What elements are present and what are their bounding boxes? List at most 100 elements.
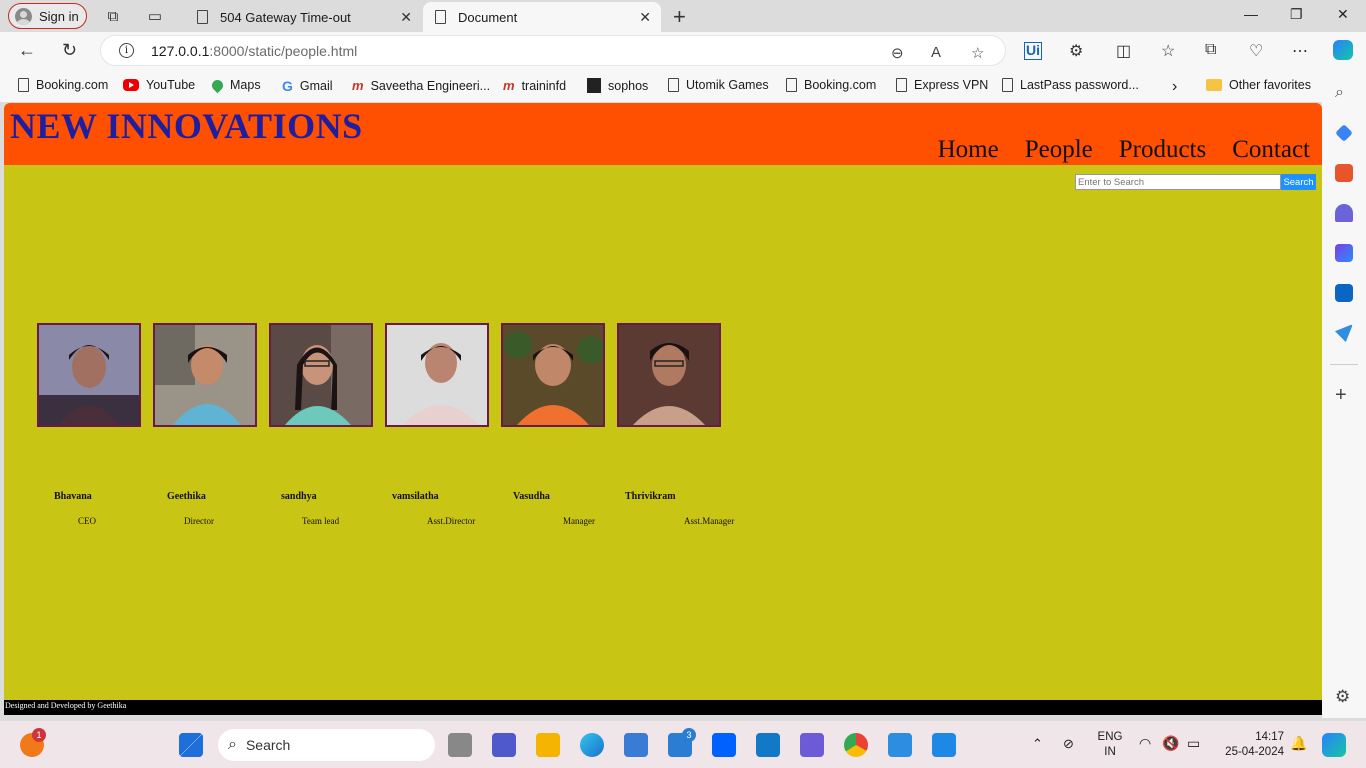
favorite-booking[interactable]: Booking.com: [18, 78, 108, 92]
read-aloud-icon[interactable]: A: [931, 44, 941, 61]
favorite-maps[interactable]: Maps: [209, 77, 261, 93]
browser-tab-strip: Sign in ⧉ ▭ 504 Gateway Time-out ✕ Docum…: [0, 0, 1366, 32]
nav-products[interactable]: Products: [1119, 136, 1207, 164]
favorite-youtube[interactable]: YouTube: [123, 78, 195, 92]
person-name: sandhya: [281, 491, 317, 502]
close-tab-icon[interactable]: ✕: [400, 9, 412, 26]
close-tab-icon[interactable]: ✕: [639, 9, 651, 26]
sidebar-divider: [1330, 364, 1358, 365]
zoom-out-icon[interactable]: ⊖: [891, 44, 904, 62]
person-role: Asst.Manager: [684, 516, 735, 526]
tools-icon[interactable]: [1335, 164, 1353, 182]
chevron-right-icon[interactable]: ›: [1172, 78, 1177, 96]
google-icon: G: [282, 78, 293, 94]
site-info-icon[interactable]: i: [119, 43, 134, 58]
favorites-icon[interactable]: ☆: [1161, 41, 1175, 61]
battery-icon[interactable]: ▭: [1187, 735, 1200, 752]
task-view-icon[interactable]: [448, 733, 472, 757]
doc-icon: [18, 78, 29, 92]
other-favorites-folder[interactable]: Other favorites: [1206, 78, 1311, 92]
favorite-expressvpn[interactable]: Express VPN: [896, 78, 988, 92]
window-close-button[interactable]: ✕: [1337, 6, 1349, 23]
person-role: Director: [184, 516, 214, 526]
restore-button[interactable]: ❐: [1290, 6, 1303, 23]
copilot-icon[interactable]: [1333, 40, 1353, 60]
extensions-icon[interactable]: ⚙: [1069, 41, 1083, 61]
profile-avatar-icon: [15, 7, 32, 25]
favorite-saveetha[interactable]: m Saveetha Engineeri...: [352, 78, 490, 93]
more-menu-icon[interactable]: ⋯: [1292, 41, 1308, 61]
tab-actions-icon[interactable]: ▭: [145, 6, 165, 26]
notifications-bell-icon[interactable]: 🔔: [1290, 735, 1307, 752]
teams-icon[interactable]: [492, 733, 516, 757]
start-icon[interactable]: [179, 733, 203, 757]
browser-essentials-icon[interactable]: ♡: [1249, 41, 1263, 61]
minimize-button[interactable]: —: [1244, 6, 1258, 22]
notification-badge: 1: [32, 728, 46, 742]
person-photo-geethika: [153, 323, 257, 427]
nav-home[interactable]: Home: [938, 136, 999, 164]
doc-icon: [786, 78, 797, 92]
myhp-icon[interactable]: [756, 733, 780, 757]
person-photo-thrivikram: [617, 323, 721, 427]
site-search-button[interactable]: Search: [1281, 174, 1316, 190]
outlook-icon[interactable]: [1335, 284, 1353, 302]
workspaces-icon[interactable]: ⧉: [103, 6, 123, 26]
favorite-lastpass[interactable]: LastPass password...: [1002, 78, 1139, 92]
site-search-input[interactable]: [1075, 174, 1281, 190]
file-explorer-icon[interactable]: [536, 733, 560, 757]
shopping-tag-icon[interactable]: [1335, 124, 1353, 142]
nav-contact[interactable]: Contact: [1232, 136, 1310, 164]
taskbar-search-label: Search: [245, 737, 291, 753]
show-hidden-icons-chevron-icon[interactable]: ⌃: [1032, 736, 1043, 752]
favorite-gmail[interactable]: G Gmail: [282, 78, 333, 94]
app-icon[interactable]: [800, 733, 824, 757]
m-icon: m: [352, 78, 364, 93]
favorite-traininfd[interactable]: m traininfd: [503, 78, 566, 93]
address-bar[interactable]: i 127.0.0.1:8000/static/people.html ⊖ A …: [100, 35, 1006, 66]
edge-sidebar: ⌕ + ⚙: [1322, 70, 1366, 718]
split-screen-icon[interactable]: ◫: [1116, 41, 1131, 61]
new-tab-button[interactable]: +: [673, 4, 686, 30]
vscode-icon[interactable]: [932, 733, 956, 757]
chrome-icon[interactable]: [844, 733, 868, 757]
search-icon[interactable]: ⌕: [1335, 84, 1353, 102]
site-nav: Home People Products Contact: [938, 136, 1310, 164]
taskbar-search[interactable]: ⌕ Search: [218, 729, 435, 761]
volume-muted-icon[interactable]: 🔇: [1162, 735, 1179, 752]
favorite-booking-2[interactable]: Booking.com: [786, 78, 876, 92]
language-indicator[interactable]: ENG IN: [1097, 730, 1123, 760]
network-status-icon[interactable]: ⊘: [1063, 736, 1074, 752]
favorite-sophos[interactable]: sophos: [587, 78, 648, 93]
copilot-taskbar-icon[interactable]: [1322, 733, 1346, 757]
mail-badge: 3: [682, 728, 696, 742]
person-name: Geethika: [167, 491, 206, 502]
clock[interactable]: 14:17 25-04-2024: [1218, 730, 1284, 760]
person-name: Vasudha: [513, 491, 550, 502]
nav-people[interactable]: People: [1025, 136, 1093, 164]
store-icon[interactable]: [624, 733, 648, 757]
games-icon[interactable]: [1335, 204, 1353, 222]
doc-icon: [668, 78, 679, 92]
tab-gateway-timeout[interactable]: 504 Gateway Time-out ✕: [185, 2, 422, 32]
favorite-star-icon[interactable]: ☆: [971, 44, 984, 62]
person-photo-bhavana: [37, 323, 141, 427]
person-photo-vasudha: [501, 323, 605, 427]
edge-icon[interactable]: [580, 733, 604, 757]
photos-icon[interactable]: [888, 733, 912, 757]
refresh-icon[interactable]: ↻: [62, 40, 77, 61]
dropbox-icon[interactable]: [712, 733, 736, 757]
sign-in-button[interactable]: Sign in: [8, 3, 87, 29]
sidebar-settings-icon[interactable]: ⚙: [1335, 688, 1353, 706]
person-name: Thrivikram: [625, 491, 676, 502]
doc-icon: [896, 78, 907, 92]
favorite-utomik[interactable]: Utomik Games: [668, 78, 769, 92]
wifi-icon[interactable]: ◠: [1139, 735, 1151, 752]
add-sidebar-app-icon[interactable]: +: [1335, 385, 1353, 405]
tab-document[interactable]: Document ✕: [423, 2, 661, 32]
uipath-extension-icon[interactable]: Ui: [1024, 42, 1042, 60]
back-arrow-icon[interactable]: ←: [18, 40, 36, 61]
send-icon[interactable]: [1335, 324, 1353, 342]
microsoft-365-icon[interactable]: [1335, 244, 1353, 262]
collections-icon[interactable]: ⧉: [1205, 41, 1216, 59]
